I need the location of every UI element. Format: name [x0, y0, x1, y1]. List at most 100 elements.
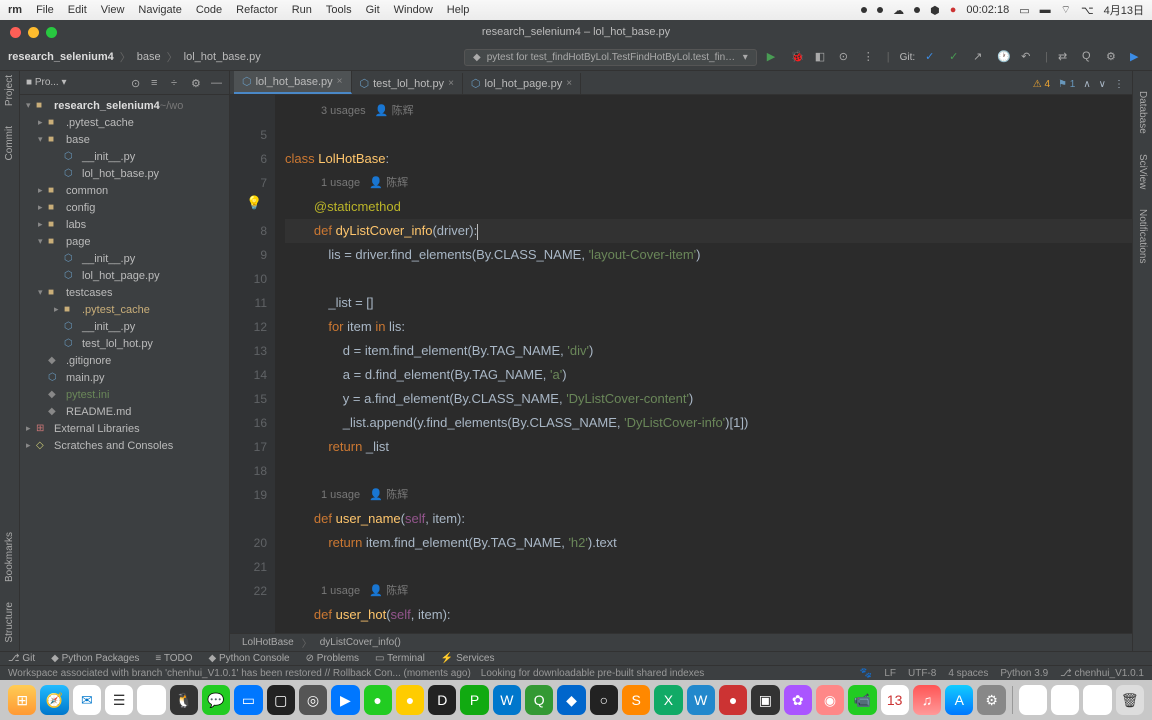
dock-app[interactable]: ●	[396, 685, 424, 715]
status-git-branch[interactable]: ⎇ chenhui_V1.0.1	[1060, 668, 1144, 679]
editor-breadcrumb[interactable]: LolHotBase 〉 dyListCover_info()	[230, 633, 1132, 651]
dock-datagrip[interactable]: D	[428, 685, 456, 715]
dock-calendar[interactable]: 13	[881, 685, 909, 715]
dock-chrome[interactable]: ◉	[137, 685, 165, 715]
tree-item[interactable]: ▸■config	[20, 199, 229, 216]
commit-toolwindow-button[interactable]: Commit	[4, 126, 15, 160]
dock-chrome4[interactable]: ◉	[1083, 685, 1111, 715]
python-console-button[interactable]: ◆ Python Console	[209, 653, 290, 664]
dock-facetime[interactable]: 📹	[848, 685, 876, 715]
commit-button[interactable]: ✓	[949, 50, 963, 64]
tree-item[interactable]: ⬡test_lol_hot.py	[20, 335, 229, 352]
tree-item[interactable]: ▸■.pytest_cache	[20, 301, 229, 318]
tree-external-libs[interactable]: ▸⊞External Libraries	[20, 420, 229, 437]
dock-notes[interactable]: ☰	[105, 685, 133, 715]
tree-item[interactable]: ▾■testcases	[20, 284, 229, 301]
run-menu[interactable]: Run	[292, 4, 312, 16]
view-menu[interactable]: View	[101, 4, 125, 16]
python-packages-button[interactable]: ◆ Python Packages	[51, 653, 139, 664]
help-menu[interactable]: Help	[447, 4, 470, 16]
dock-meeting[interactable]: ▭	[234, 685, 262, 715]
settings-icon[interactable]: ⚙	[191, 77, 203, 89]
breadcrumb-class[interactable]: LolHotBase	[242, 637, 294, 648]
dock-app[interactable]: ◆	[557, 685, 585, 715]
run-anything-button[interactable]: ▶	[1130, 50, 1144, 64]
dock-mail[interactable]: ✉	[73, 685, 101, 715]
maximize-window-button[interactable]	[46, 27, 57, 38]
select-opened-file-icon[interactable]: ⊙	[131, 77, 143, 89]
git-toolwindow-button[interactable]: ⎇ Git	[8, 653, 35, 664]
tree-item[interactable]: ⬡lol_hot_base.py	[20, 165, 229, 182]
search-button[interactable]: Q	[1082, 50, 1096, 64]
code-with-me-button[interactable]: ⇄	[1058, 50, 1072, 64]
dock-chrome3[interactable]: ◉	[1051, 685, 1079, 715]
editor-tab-active[interactable]: ⬡ lol_hot_base.py ×	[234, 71, 352, 94]
file-menu[interactable]: File	[36, 4, 54, 16]
dock-app[interactable]: Q	[525, 685, 553, 715]
tree-item[interactable]: ⬡main.py	[20, 369, 229, 386]
dock-safari[interactable]: 🧭	[40, 685, 68, 715]
close-tab-icon[interactable]: ×	[566, 78, 572, 89]
dock-qq[interactable]: 🐧	[170, 685, 198, 715]
project-toolwindow-button[interactable]: Project	[4, 75, 15, 106]
dock-launchpad[interactable]: ⊞	[8, 685, 36, 715]
close-window-button[interactable]	[10, 27, 21, 38]
dock-settings[interactable]: ⚙	[977, 685, 1005, 715]
more-run-button[interactable]: ⋮	[863, 50, 877, 64]
tree-item[interactable]: ▾■page	[20, 233, 229, 250]
dock-excel[interactable]: X	[654, 685, 682, 715]
tree-item[interactable]: ⬡__init__.py	[20, 148, 229, 165]
dock-app[interactable]: ▣	[751, 685, 779, 715]
structure-toolwindow-button[interactable]: Structure	[4, 602, 15, 643]
dock-app[interactable]: ●	[364, 685, 392, 715]
notifications-toolwindow-button[interactable]: Notifications	[1137, 209, 1148, 263]
history-button[interactable]: 🕐	[997, 50, 1011, 64]
line-number-gutter[interactable]: 567891011121314151617181920212223	[230, 95, 275, 633]
status-paw-icon[interactable]: 🐾	[860, 668, 872, 679]
profile-button[interactable]: ⊙	[839, 50, 853, 64]
rollback-button[interactable]: ↶	[1021, 50, 1035, 64]
close-tab-icon[interactable]: ×	[337, 76, 343, 87]
tree-item[interactable]: ⬡__init__.py	[20, 250, 229, 267]
window-menu[interactable]: Window	[394, 4, 433, 16]
run-configuration-dropdown[interactable]: ◆ pytest for test_findHotByLol.TestFindH…	[464, 49, 757, 66]
debug-button[interactable]: 🐞	[791, 50, 805, 64]
editor-tab[interactable]: ⬡ lol_hot_page.py ×	[463, 73, 581, 94]
prev-highlight-icon[interactable]: ∧	[1083, 79, 1090, 90]
status-encoding[interactable]: UTF-8	[908, 668, 936, 679]
close-tab-icon[interactable]: ×	[448, 78, 454, 89]
dock-music[interactable]: ♫	[913, 685, 941, 715]
tree-item[interactable]: ▸■.pytest_cache	[20, 114, 229, 131]
database-toolwindow-button[interactable]: Database	[1137, 91, 1148, 134]
dock-app[interactable]: ◉	[816, 685, 844, 715]
dock-trash[interactable]: 🗑	[1116, 685, 1144, 715]
editor-tab[interactable]: ⬡ test_lol_hot.py ×	[352, 73, 463, 94]
minimize-window-button[interactable]	[28, 27, 39, 38]
breadcrumb-item[interactable]: research_selenium4	[8, 51, 114, 63]
dock-chrome2[interactable]: ◉	[1019, 685, 1047, 715]
coverage-button[interactable]: ◧	[815, 50, 829, 64]
dock-terminal[interactable]: ▢	[267, 685, 295, 715]
dock-appstore[interactable]: A	[945, 685, 973, 715]
sciview-toolwindow-button[interactable]: SciView	[1137, 154, 1148, 189]
dock-app[interactable]: ◎	[299, 685, 327, 715]
dock-wechat[interactable]: 💬	[202, 685, 230, 715]
hide-icon[interactable]: —	[211, 77, 223, 89]
status-indent[interactable]: 4 spaces	[948, 668, 988, 679]
dock-webstorm[interactable]: W	[493, 685, 521, 715]
refactor-menu[interactable]: Refactor	[236, 4, 278, 16]
dock-app[interactable]: ▶	[331, 685, 359, 715]
expand-all-icon[interactable]: ≡	[151, 77, 163, 89]
status-interpreter[interactable]: Python 3.9	[1000, 668, 1048, 679]
run-button[interactable]: ▶	[767, 50, 781, 64]
dock-app[interactable]: ✿	[784, 685, 812, 715]
tree-item[interactable]: ▾■base	[20, 131, 229, 148]
bookmarks-toolwindow-button[interactable]: Bookmarks	[4, 532, 15, 582]
tree-item[interactable]: ◆.gitignore	[20, 352, 229, 369]
app-menu[interactable]: rm	[8, 4, 22, 16]
update-project-button[interactable]: ✓	[925, 50, 939, 64]
edit-menu[interactable]: Edit	[68, 4, 87, 16]
editor-more-icon[interactable]: ⋮	[1114, 79, 1124, 90]
todo-button[interactable]: ≡ TODO	[155, 653, 192, 664]
services-button[interactable]: ⚡ Services	[441, 653, 495, 664]
